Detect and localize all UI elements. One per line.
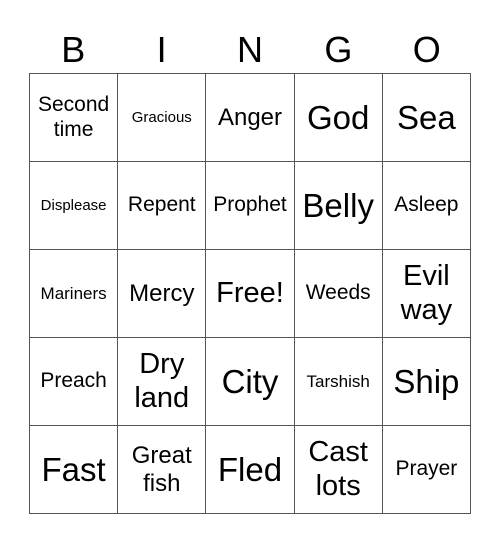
cell-label: Displease	[40, 196, 107, 214]
bingo-cell[interactable]: Weeds	[294, 250, 383, 338]
header-letter-o: O	[412, 29, 441, 70]
bingo-cell[interactable]: Ship	[382, 338, 471, 426]
cell-label: Great fish	[131, 441, 192, 497]
bingo-cell[interactable]: Tarshish	[294, 338, 383, 426]
cell-label: Asleep	[394, 193, 459, 217]
cell-label: Mariners	[40, 283, 107, 303]
bingo-cell[interactable]: Mercy	[118, 250, 207, 338]
bingo-cell[interactable]: Gracious	[118, 74, 207, 162]
bingo-cell[interactable]: Evil way	[382, 250, 471, 338]
bingo-cell[interactable]: Great fish	[118, 426, 207, 514]
bingo-cell[interactable]: Displease	[30, 162, 119, 250]
header-letter-g: G	[324, 29, 353, 70]
bingo-grid: Second time Gracious Anger God Sea Displ…	[29, 73, 471, 514]
bingo-cell[interactable]: Belly	[294, 162, 383, 250]
header-letter-i: I	[156, 29, 167, 70]
bingo-cell[interactable]: Preach	[30, 338, 119, 426]
bingo-cell[interactable]: Fast	[30, 426, 119, 514]
cell-label: Sea	[397, 98, 456, 136]
bingo-cell[interactable]: Mariners	[30, 250, 119, 338]
bingo-cell[interactable]: Anger	[206, 74, 295, 162]
bingo-cell[interactable]: Prophet	[206, 162, 295, 250]
cell-label: Mercy	[129, 279, 195, 307]
cell-label: Preach	[40, 369, 107, 393]
header-letter-b: B	[61, 29, 86, 70]
cell-label: Weeds	[305, 281, 371, 305]
cell-label: Ship	[393, 362, 460, 400]
header-letter-n: N	[236, 29, 263, 70]
free-space-label: Free!	[216, 276, 284, 309]
bingo-cell[interactable]: Fled	[206, 426, 295, 514]
cell-label: Anger	[217, 103, 283, 131]
cell-label: Belly	[302, 186, 374, 224]
bingo-header: B I N G O	[29, 28, 471, 72]
cell-label: Fast	[41, 450, 106, 488]
bingo-cell[interactable]: God	[294, 74, 383, 162]
cell-label: Prayer	[395, 457, 458, 481]
cell-label: Evil way	[400, 260, 453, 326]
bingo-cell[interactable]: Repent	[118, 162, 207, 250]
bingo-cell[interactable]: Asleep	[382, 162, 471, 250]
cell-label: Dry land	[134, 348, 190, 414]
bingo-cell[interactable]: Sea	[382, 74, 471, 162]
bingo-cell[interactable]: Prayer	[382, 426, 471, 514]
cell-label: City	[221, 362, 279, 400]
cell-label: Tarshish	[306, 371, 370, 391]
bingo-cell[interactable]: Cast lots	[294, 426, 383, 514]
bingo-cell[interactable]: City	[206, 338, 295, 426]
cell-label: Fled	[217, 450, 283, 488]
cell-label: Cast lots	[308, 436, 368, 502]
cell-label: Prophet	[213, 193, 287, 217]
cell-label: God	[307, 98, 370, 136]
free-space-cell[interactable]: Free!	[206, 250, 295, 338]
cell-label: Repent	[127, 193, 196, 217]
bingo-cell[interactable]: Second time	[30, 74, 119, 162]
cell-label: Second time	[37, 93, 110, 141]
bingo-cell[interactable]: Dry land	[118, 338, 207, 426]
cell-label: Gracious	[131, 108, 192, 126]
